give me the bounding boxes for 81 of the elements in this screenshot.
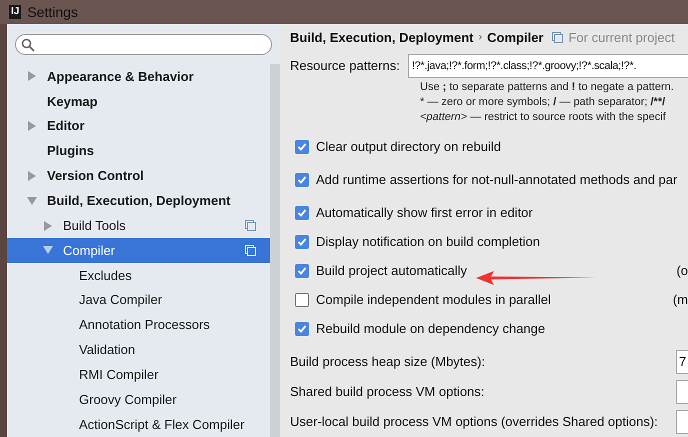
copy-icon — [552, 32, 564, 43]
tree-item[interactable]: Editor — [7, 114, 270, 139]
collapsed-arrow-icon[interactable] — [27, 121, 37, 132]
breadcrumb-current: Compiler — [487, 28, 544, 47]
collapsed-arrow-icon[interactable] — [43, 220, 53, 231]
tree-item-label: Validation — [79, 341, 136, 360]
field-label: Resource patterns: — [290, 57, 400, 76]
checkbox-label: Display notification on build completion — [316, 232, 540, 251]
hint-text: * — zero or more symbols; / — path separator; /**/ — [420, 95, 666, 110]
tree-item[interactable]: RMI Compiler — [7, 362, 270, 388]
tree-item[interactable]: Version Control — [7, 163, 270, 188]
checkbox[interactable] — [295, 140, 309, 154]
tree-item-label: Build Tools — [63, 216, 127, 235]
check-icon — [297, 208, 307, 218]
field-label: Build process heap size (Mbytes): — [290, 353, 486, 372]
checkbox[interactable] — [295, 292, 309, 306]
tree-item-label: Keymap — [47, 92, 99, 111]
tree-item[interactable]: Java Compiler — [7, 288, 270, 313]
check-icon — [297, 236, 307, 246]
collapsed-arrow-icon[interactable] — [27, 170, 37, 181]
scope-label: For current project — [568, 28, 675, 47]
check-icon — [297, 175, 307, 185]
tree-item[interactable]: Appearance & Behavior — [7, 64, 270, 89]
tree-item-label: Excludes — [79, 266, 133, 285]
input-field[interactable] — [676, 380, 688, 404]
field-label: Shared build process VM options: — [290, 383, 486, 402]
expanded-arrow-icon[interactable] — [27, 196, 37, 206]
copy-icon — [245, 220, 256, 232]
search-field[interactable] — [15, 34, 272, 55]
breadcrumb-separator: › — [478, 30, 482, 46]
field-label: User-local build process VM options (overrides Shared options): — [290, 413, 659, 432]
window-title: Settings — [27, 2, 78, 22]
tree-item-label: Plugins — [47, 142, 95, 160]
app-logo: IJ — [9, 5, 22, 19]
checkbox[interactable] — [295, 173, 309, 187]
breadcrumb-parent[interactable]: Build, Execution, Deployment — [290, 28, 474, 48]
check-icon — [297, 266, 307, 276]
search-icon — [21, 38, 35, 52]
tree-item-label: Appearance & Behavior — [47, 68, 195, 86]
input-field[interactable] — [676, 410, 688, 434]
tree-item[interactable]: Annotation Processors — [7, 312, 270, 338]
expanded-arrow-icon[interactable] — [43, 245, 53, 256]
option-note: (o — [676, 262, 688, 280]
tree-item-label: Groovy Compiler — [79, 390, 178, 409]
checkbox[interactable] — [295, 264, 309, 278]
tree-item[interactable]: Groovy Compiler — [7, 387, 270, 412]
tree-item-label: Editor — [47, 117, 86, 136]
copy-icon — [245, 244, 256, 256]
checkbox-label: Clear output directory on rebuild — [316, 138, 501, 156]
tree-item[interactable]: Build, Execution, Deployment — [7, 188, 270, 214]
tree-item-label: RMI Compiler — [79, 366, 160, 384]
check-icon — [297, 142, 307, 152]
hint-text: <pattern> — restrict to source roots with the specif — [420, 110, 666, 125]
checkbox-label: Add runtime assertions for not-null-annotated methods and par — [316, 171, 678, 190]
option-note: (m — [672, 290, 688, 309]
check-icon — [297, 324, 307, 334]
tree-item[interactable]: Plugins — [7, 138, 270, 164]
tree-item[interactable]: Compiler — [7, 238, 270, 263]
tree-item-label: Build, Execution, Deployment — [47, 192, 232, 210]
checkbox[interactable] — [295, 322, 309, 336]
collapsed-arrow-icon[interactable] — [27, 71, 37, 82]
checkbox-label: Automatically show first error in editor — [316, 204, 533, 222]
checkbox-label: Rebuild module on dependency change — [316, 320, 546, 338]
tree-item-label: ActionScript & Flex Compiler — [79, 416, 246, 434]
input-field[interactable]: 7 — [676, 350, 688, 374]
checkbox-label: Build project automatically — [316, 262, 468, 280]
tree-item[interactable]: Keymap — [7, 88, 270, 114]
tree-item[interactable]: Excludes — [7, 262, 270, 288]
resource-patterns-field[interactable]: !?*.java;!?*.form;!?*.class;!?*.groovy;!?*.scala;!?*. — [408, 54, 688, 78]
tree-item[interactable]: Build Tools — [7, 213, 270, 238]
checkbox-label: Compile independent modules in parallel — [316, 290, 551, 309]
hint-text: Use ; to separate patterns and ! to negate a pattern. — [420, 80, 674, 95]
checkbox[interactable] — [295, 234, 309, 248]
tree-item[interactable]: Validation — [7, 337, 270, 362]
checkbox[interactable] — [295, 206, 309, 220]
tree-item-label: Compiler — [63, 242, 116, 260]
tree-item[interactable]: ActionScript & Flex Compiler — [7, 412, 270, 437]
tree-item-label: Java Compiler — [79, 291, 164, 310]
scrollbar[interactable] — [270, 64, 280, 437]
tree-item-label: Annotation Processors — [79, 316, 211, 334]
tree-item-label: Version Control — [47, 167, 145, 186]
